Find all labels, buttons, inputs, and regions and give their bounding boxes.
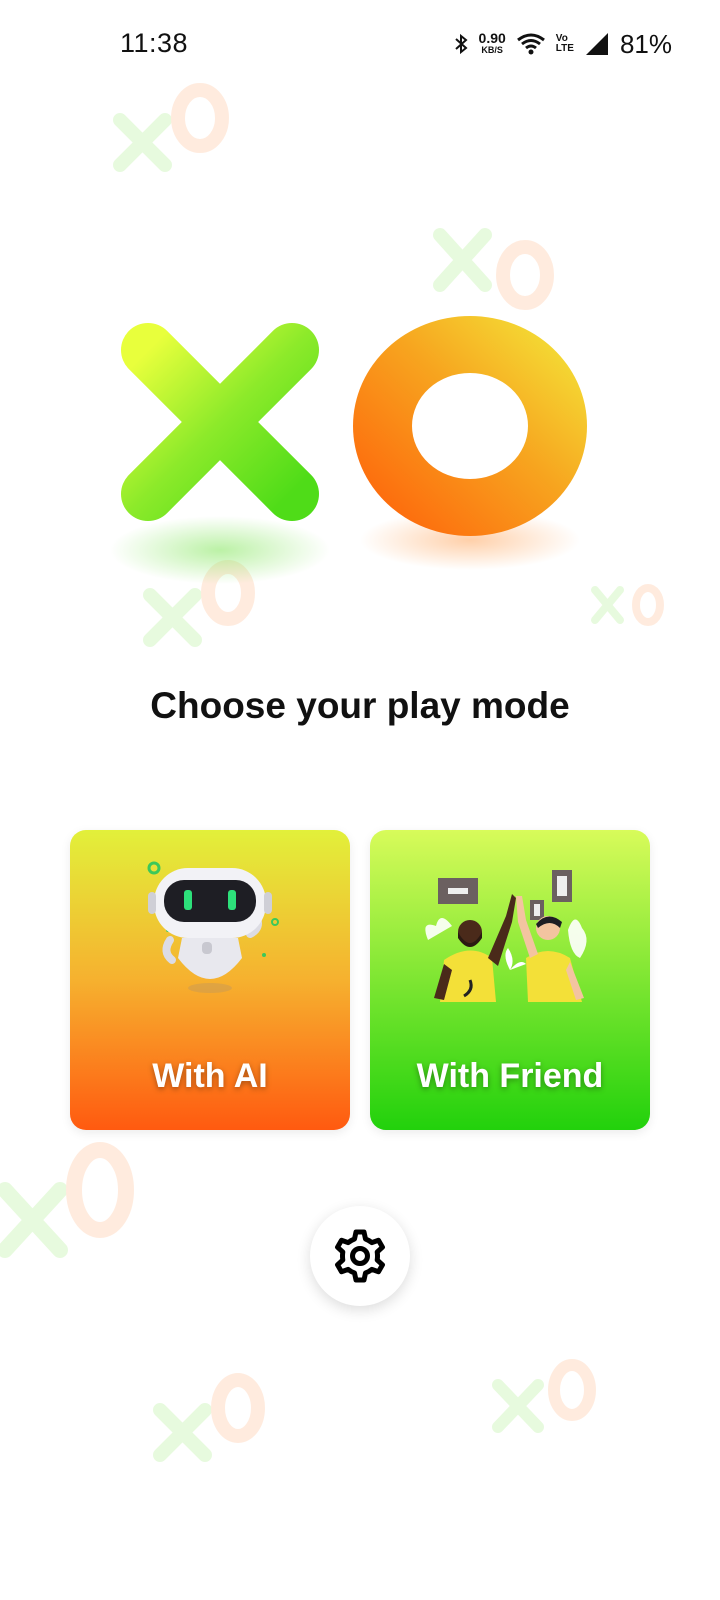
with-ai-button[interactable]: With AI (70, 830, 350, 1130)
volte-indicator: Vo LTE (555, 33, 574, 54)
background-xo-decoration (113, 83, 229, 172)
network-speed: 0.90 KB/S (478, 30, 506, 55)
status-bar: 11:38 0.90 KB/S Vo LTE 81% (0, 0, 720, 92)
with-friend-label: With Friend (416, 1057, 604, 1095)
with-friend-button[interactable]: With Friend (370, 830, 650, 1130)
background-xo-decoration (492, 1359, 596, 1433)
battery-level: 81% (619, 28, 672, 59)
background-xo-decoration (0, 1142, 134, 1258)
bluetooth-icon (454, 33, 468, 55)
x-letter (121, 323, 319, 521)
xo-logo (110, 316, 587, 584)
settings-button[interactable] (310, 1206, 410, 1306)
robot-icon (147, 861, 279, 993)
status-icons: 0.90 KB/S Vo LTE 81% (453, 26, 672, 62)
high-five-illustration (425, 870, 587, 1002)
o-letter (353, 316, 587, 536)
with-ai-label: With AI (152, 1057, 268, 1095)
status-time: 11:38 (120, 28, 189, 58)
background-xo-decoration (153, 1373, 265, 1462)
signal-icon (585, 33, 608, 55)
page-title: Choose your play mode (150, 685, 570, 726)
gear-icon (335, 1229, 385, 1283)
wifi-icon (516, 33, 545, 55)
